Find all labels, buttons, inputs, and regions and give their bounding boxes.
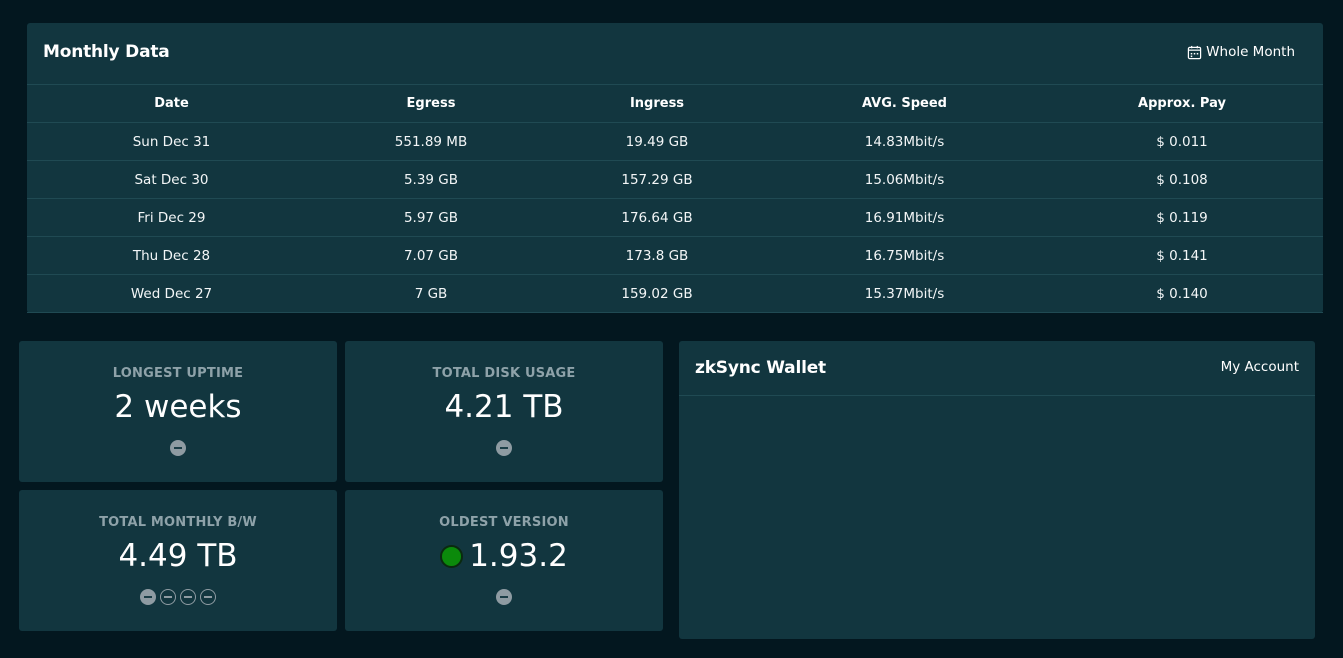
status-ok-icon bbox=[440, 544, 464, 568]
cell-avg-speed: 16.75Mbit/s bbox=[768, 236, 1041, 275]
cell-ingress: 157.29 GB bbox=[546, 160, 768, 199]
cell-date: Thu Dec 28 bbox=[27, 236, 316, 275]
minus-circle-icon[interactable] bbox=[170, 440, 186, 456]
column-header-avg-speed[interactable]: AVG. Speed bbox=[768, 84, 1041, 123]
minus-circle-outline-icon[interactable] bbox=[180, 589, 196, 605]
table-row: Fri Dec 29 5.97 GB 176.64 GB 16.91Mbit/s… bbox=[27, 198, 1323, 237]
column-header-approx-pay[interactable]: Approx. Pay bbox=[1041, 84, 1323, 123]
whole-month-button[interactable]: Whole Month bbox=[1187, 44, 1295, 60]
longest-uptime-card: LONGEST UPTIME 2 weeks bbox=[19, 341, 337, 482]
total-disk-usage-card: TOTAL DISK USAGE 4.21 TB bbox=[345, 341, 663, 482]
table-row: Thu Dec 28 7.07 GB 173.8 GB 16.75Mbit/s … bbox=[27, 236, 1323, 275]
card-value-wrap: 4.21 TB bbox=[345, 389, 663, 425]
indicator-row bbox=[345, 440, 663, 456]
cell-egress: 5.39 GB bbox=[316, 160, 546, 199]
longest-uptime-value: 2 weeks bbox=[114, 389, 242, 425]
column-header-ingress[interactable]: Ingress bbox=[546, 84, 768, 123]
cell-approx-pay: $ 0.141 bbox=[1041, 236, 1323, 275]
card-label: TOTAL MONTHLY B/W bbox=[99, 515, 257, 530]
minus-circle-outline-icon[interactable] bbox=[200, 589, 216, 605]
column-header-egress[interactable]: Egress bbox=[316, 84, 546, 123]
cell-ingress: 159.02 GB bbox=[546, 274, 768, 313]
cell-date: Sun Dec 31 bbox=[27, 122, 316, 161]
cell-avg-speed: 15.37Mbit/s bbox=[768, 274, 1041, 313]
minus-circle-outline-icon[interactable] bbox=[160, 589, 176, 605]
card-value-wrap: 4.49 TB bbox=[19, 538, 337, 574]
monthly-data-panel: Monthly Data Whole Month Date Egress Ing… bbox=[27, 23, 1323, 313]
column-header-date[interactable]: Date bbox=[27, 84, 316, 123]
my-account-link[interactable]: My Account bbox=[1221, 359, 1299, 375]
card-label: LONGEST UPTIME bbox=[112, 366, 244, 381]
table-row: Sat Dec 30 5.39 GB 157.29 GB 15.06Mbit/s… bbox=[27, 160, 1323, 199]
total-monthly-bw-value: 4.49 TB bbox=[118, 538, 238, 574]
indicator-row bbox=[345, 589, 663, 605]
cell-date: Sat Dec 30 bbox=[27, 160, 316, 199]
cell-date: Wed Dec 27 bbox=[27, 274, 316, 313]
indicator-row bbox=[19, 440, 337, 456]
cell-egress: 7.07 GB bbox=[316, 236, 546, 275]
card-label: TOTAL DISK USAGE bbox=[432, 366, 576, 381]
cell-egress: 7 GB bbox=[316, 274, 546, 313]
cell-avg-speed: 15.06Mbit/s bbox=[768, 160, 1041, 199]
card-label: OLDEST VERSION bbox=[439, 515, 569, 530]
cell-ingress: 176.64 GB bbox=[546, 198, 768, 237]
cell-approx-pay: $ 0.119 bbox=[1041, 198, 1323, 237]
monthly-data-table: Date Egress Ingress AVG. Speed Approx. P… bbox=[27, 84, 1323, 313]
whole-month-label: Whole Month bbox=[1206, 44, 1295, 60]
minus-circle-icon[interactable] bbox=[496, 589, 512, 605]
total-disk-usage-value: 4.21 TB bbox=[444, 389, 564, 425]
cell-ingress: 173.8 GB bbox=[546, 236, 768, 275]
divider bbox=[679, 395, 1315, 396]
table-header-row: Date Egress Ingress AVG. Speed Approx. P… bbox=[27, 84, 1323, 123]
calendar-icon bbox=[1187, 45, 1202, 59]
oldest-version-card: OLDEST VERSION 1.93.2 bbox=[345, 490, 663, 631]
minus-circle-icon[interactable] bbox=[496, 440, 512, 456]
minus-circle-icon[interactable] bbox=[140, 589, 156, 605]
cell-approx-pay: $ 0.108 bbox=[1041, 160, 1323, 199]
cell-egress: 5.97 GB bbox=[316, 198, 546, 237]
cell-avg-speed: 16.91Mbit/s bbox=[768, 198, 1041, 237]
panel-title: zkSync Wallet bbox=[695, 358, 826, 378]
oldest-version-value: 1.93.2 bbox=[469, 538, 568, 574]
table-row: Wed Dec 27 7 GB 159.02 GB 15.37Mbit/s $ … bbox=[27, 274, 1323, 313]
indicator-row bbox=[19, 589, 337, 605]
card-value-wrap: 1.93.2 bbox=[345, 538, 663, 574]
cell-approx-pay: $ 0.140 bbox=[1041, 274, 1323, 313]
cell-avg-speed: 14.83Mbit/s bbox=[768, 122, 1041, 161]
table-row: Sun Dec 31 551.89 MB 19.49 GB 14.83Mbit/… bbox=[27, 122, 1323, 161]
zksync-wallet-panel: zkSync Wallet My Account bbox=[679, 341, 1315, 639]
cell-ingress: 19.49 GB bbox=[546, 122, 768, 161]
card-value-wrap: 2 weeks bbox=[19, 389, 337, 425]
cell-date: Fri Dec 29 bbox=[27, 198, 316, 237]
cell-egress: 551.89 MB bbox=[316, 122, 546, 161]
cell-approx-pay: $ 0.011 bbox=[1041, 122, 1323, 161]
panel-title: Monthly Data bbox=[43, 42, 170, 62]
total-monthly-bw-card: TOTAL MONTHLY B/W 4.49 TB bbox=[19, 490, 337, 631]
